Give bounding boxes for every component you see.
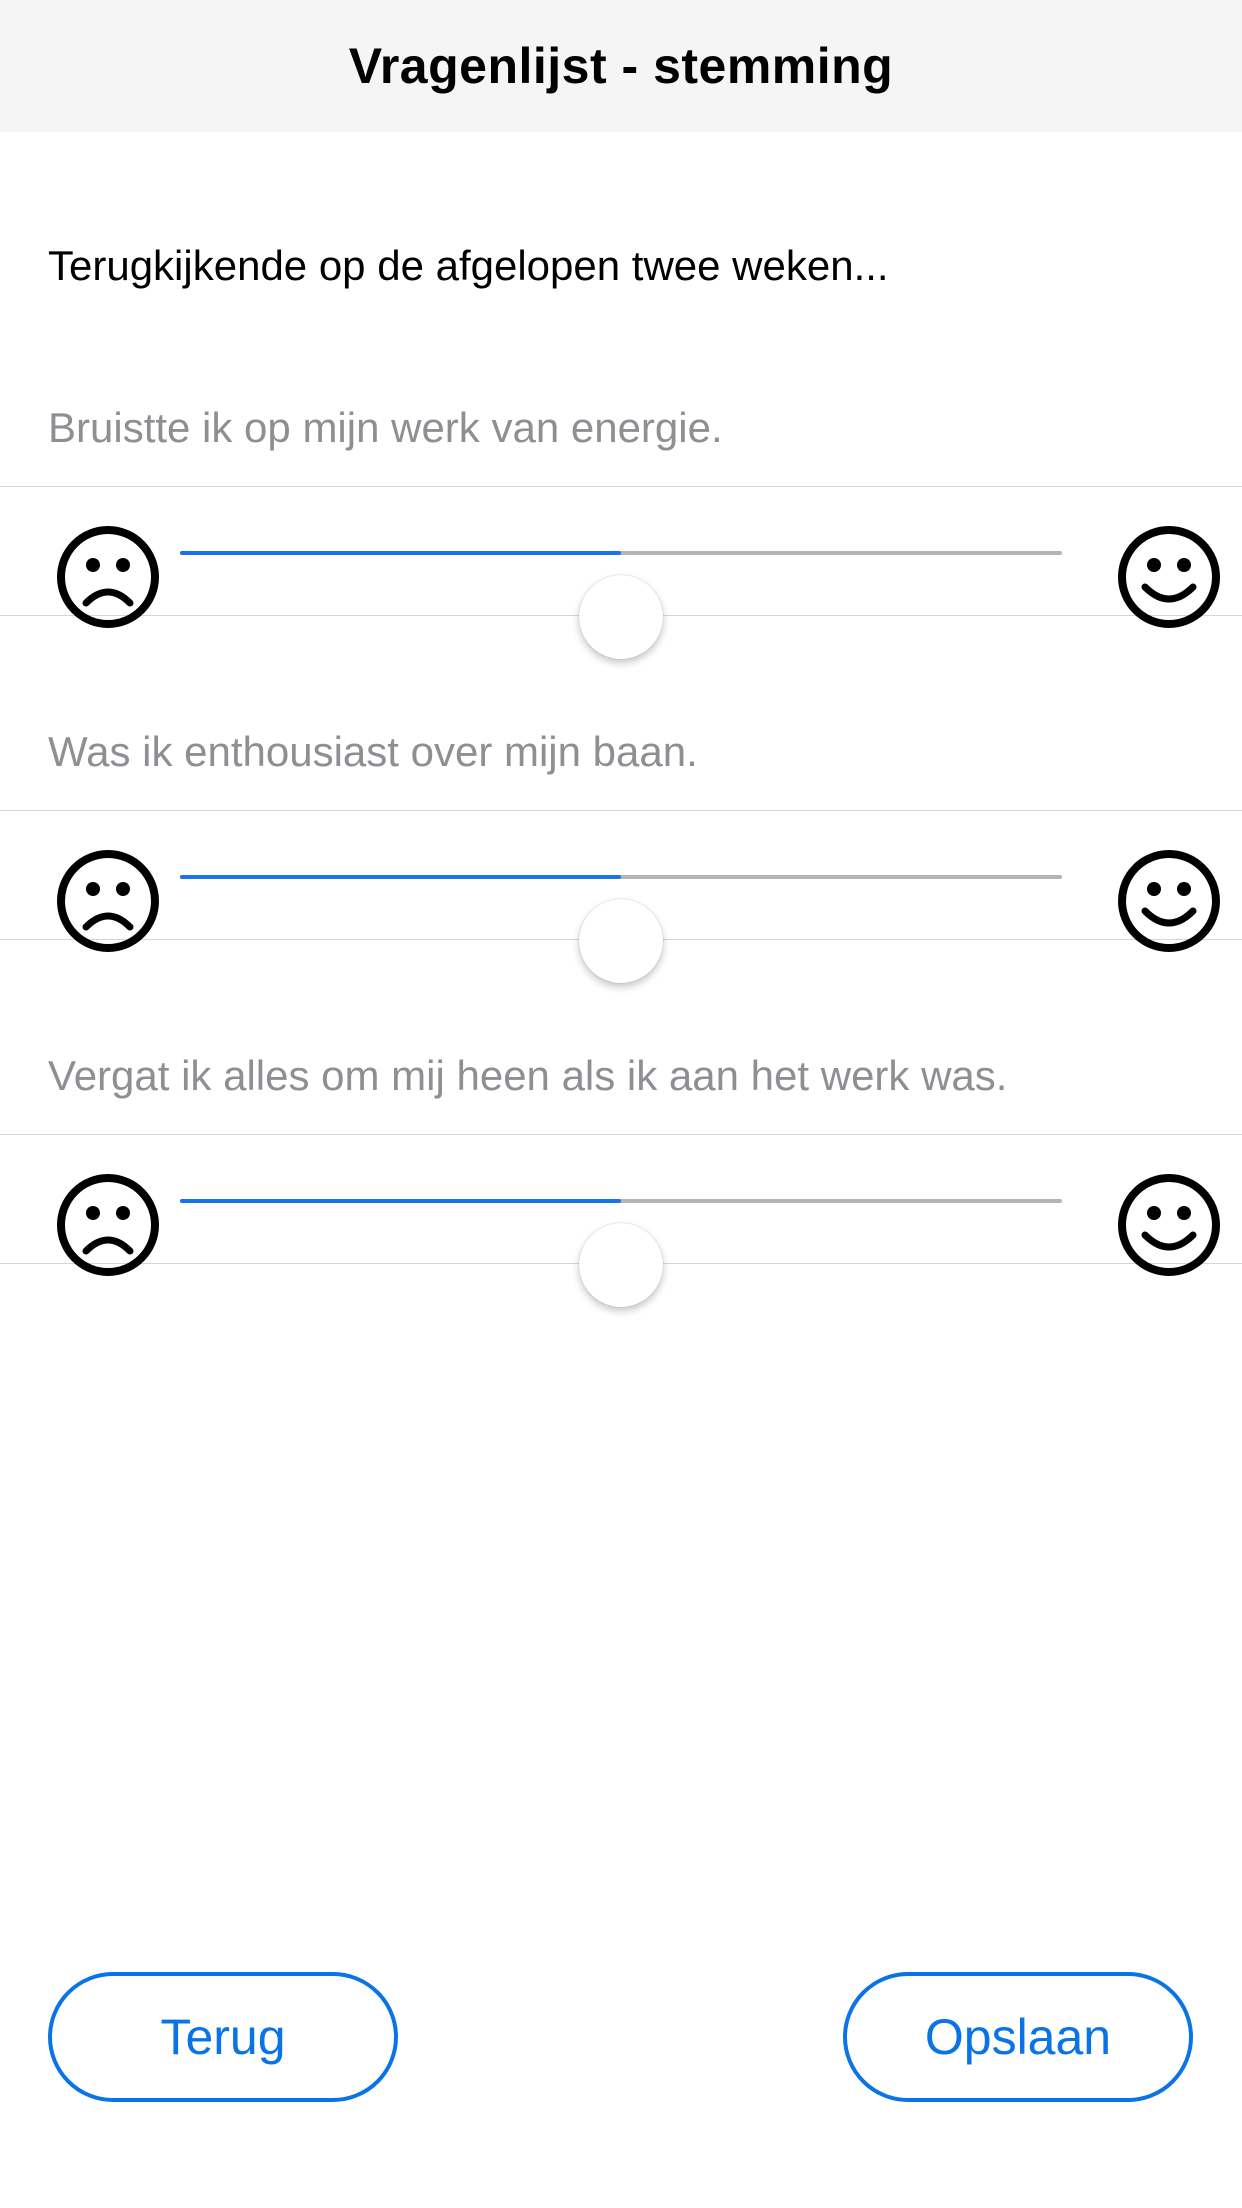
slider-thumb-3[interactable]	[579, 1223, 663, 1307]
page-title: Vragenlijst - stemming	[348, 38, 894, 94]
slider-row-1	[0, 486, 1242, 659]
slider-thumb-2[interactable]	[579, 899, 663, 983]
navigation-bar: Vragenlijst - stemming	[0, 0, 1242, 132]
question-label-3: Vergat ik alles om mij heen als ik aan h…	[48, 1052, 1008, 1099]
mood-slider-3[interactable]	[180, 1199, 1062, 1307]
sad-face-icon	[57, 1174, 159, 1276]
save-button[interactable]: Opslaan	[843, 1972, 1193, 2102]
slider-fill-1	[180, 551, 621, 555]
happy-face-icon	[1118, 850, 1220, 952]
happy-face-icon	[1118, 1174, 1220, 1276]
intro-text: Terugkijkende op de afgelopen twee weken…	[48, 242, 889, 289]
sad-face-icon	[57, 526, 159, 628]
mood-slider-1[interactable]	[180, 551, 1062, 659]
slider-fill-3	[180, 1199, 621, 1203]
slider-row-3	[0, 1134, 1242, 1307]
slider-row-2	[0, 810, 1242, 983]
slider-thumb-1[interactable]	[579, 575, 663, 659]
question-label-1: Bruistte ik op mijn werk van energie.	[48, 404, 723, 451]
slider-fill-2	[180, 875, 621, 879]
sad-face-icon	[57, 850, 159, 952]
happy-face-icon	[1118, 526, 1220, 628]
back-button[interactable]: Terug	[48, 1972, 398, 2102]
mood-slider-2[interactable]	[180, 875, 1062, 983]
question-label-2: Was ik enthousiast over mijn baan.	[48, 728, 698, 775]
